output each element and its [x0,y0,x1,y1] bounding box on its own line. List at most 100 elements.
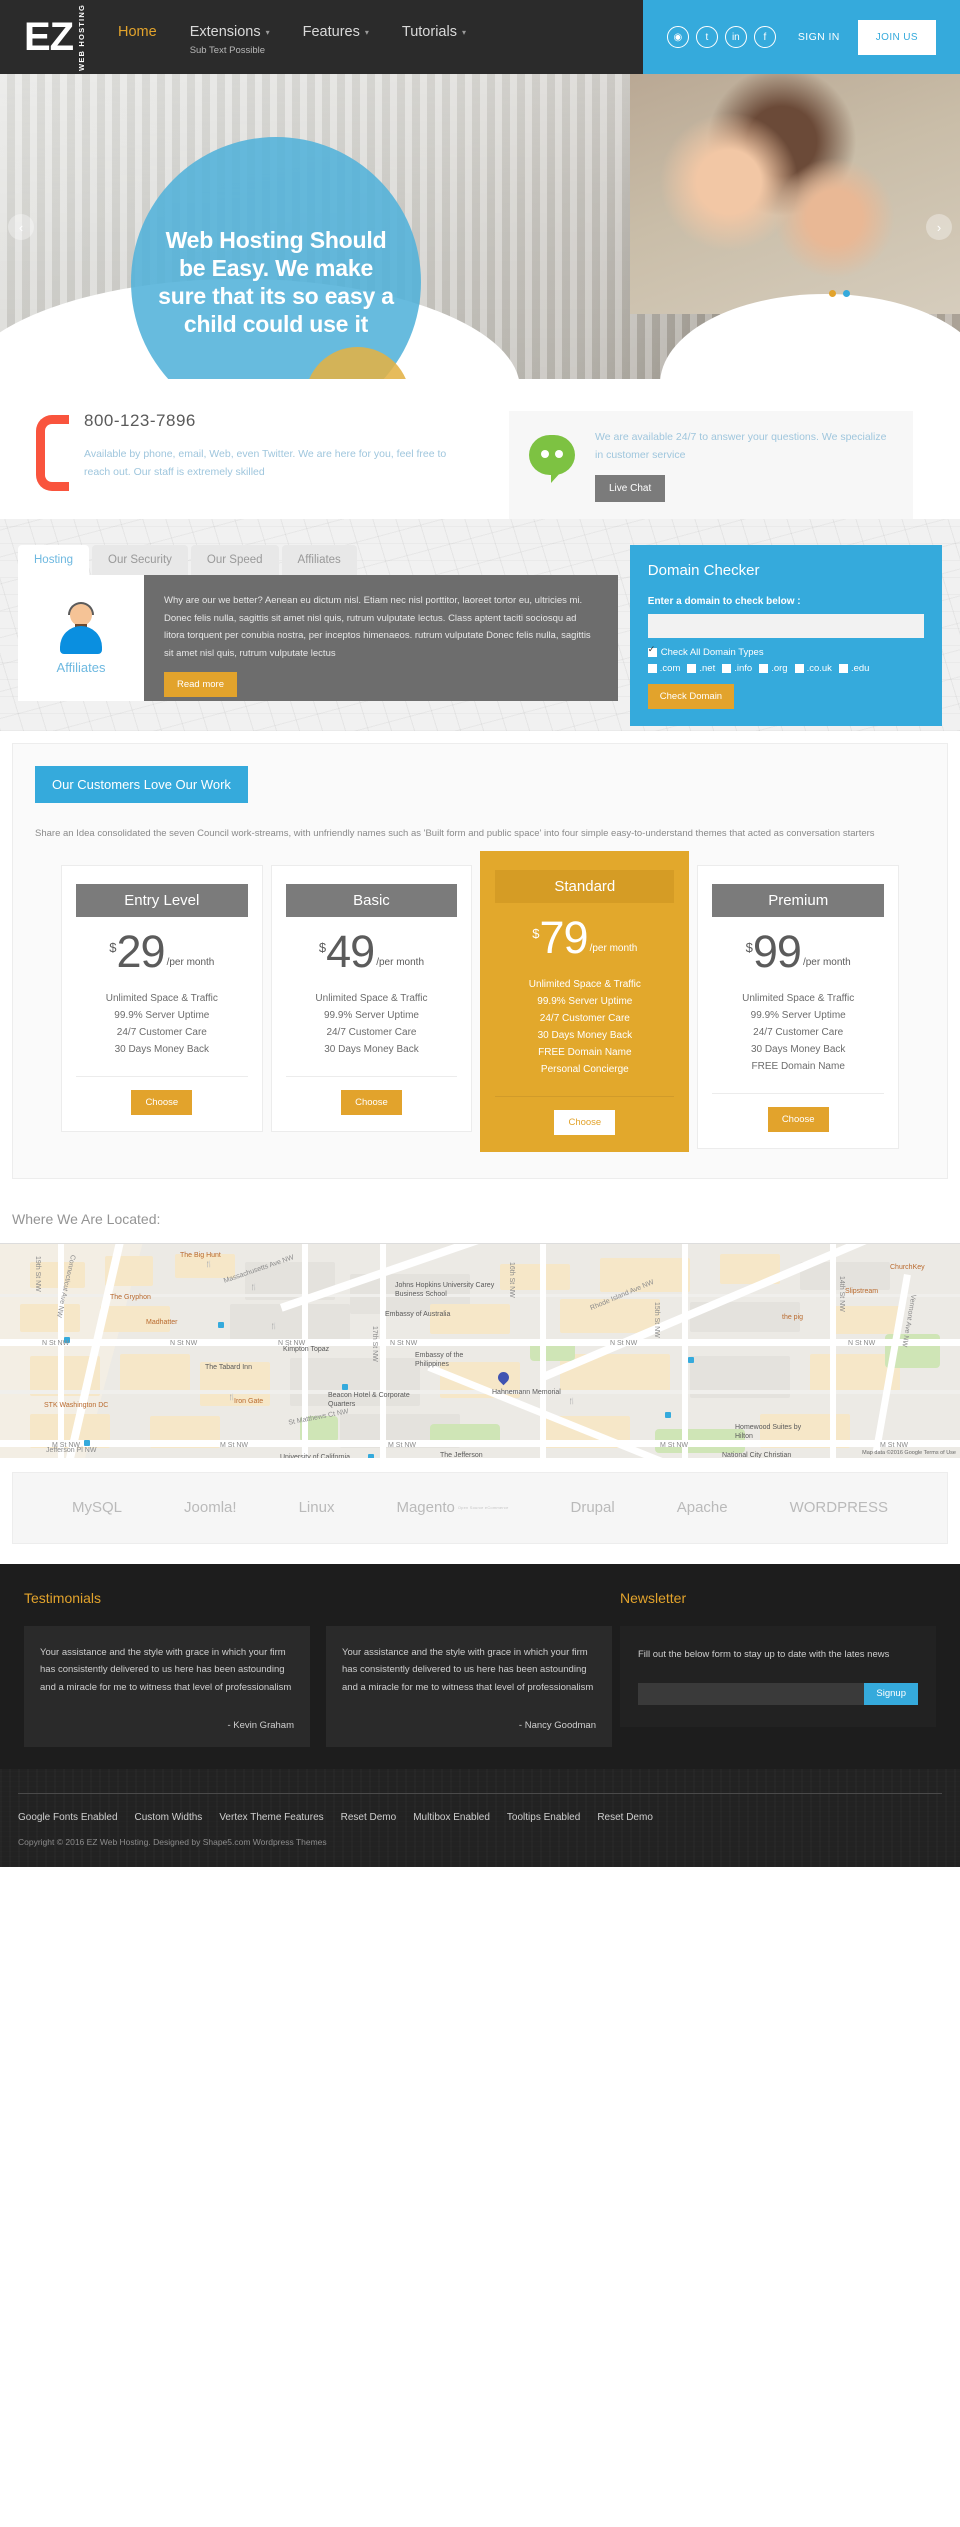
plan-choose-button[interactable]: Choose [554,1109,616,1135]
nav-item-home[interactable]: Home [118,24,157,40]
linkedin-icon[interactable]: in [724,26,747,48]
hero-next-arrow[interactable]: › [926,214,952,240]
bottom-link-reset-demo[interactable]: Reset Demo [341,1812,397,1823]
plan-feature: Unlimited Space & Traffic [742,992,855,1004]
bottom-link-vertex-theme-features[interactable]: Vertex Theme Features [219,1812,323,1823]
plan-period: /per month [376,956,425,968]
bottom-links: Google Fonts Enabled Custom Widths Verte… [0,1812,960,1823]
domain-input[interactable] [647,614,924,638]
joomla-logo: Joomla! [184,1499,237,1516]
tab-paragraph: Why are our we better? Aenean eu dictum … [164,595,591,659]
bottom-link-custom-widths[interactable]: Custom Widths [135,1812,203,1823]
hero-pagination [829,290,850,297]
logo-label: Joomla! [184,1499,237,1517]
plan-feature: 30 Days Money Back [324,1043,419,1055]
nav-item-features[interactable]: Features ▾ [303,24,369,40]
avatar-head [70,603,92,626]
checkbox[interactable] [647,664,657,673]
testimonial-text: Your assistance and the style with grace… [342,1646,594,1693]
check-domain-button[interactable]: Check Domain [647,684,735,709]
check-all-checkbox[interactable] [647,645,657,657]
bottom-link-tooltips-enabled[interactable]: Tooltips Enabled [507,1812,580,1823]
domain-type-edu[interactable]: .edu [838,663,869,674]
tab-text-column: Why are our we better? Aenean eu dictum … [144,575,618,701]
domain-type-info[interactable]: .info [722,663,752,674]
plan-choose-button[interactable]: Choose [767,1106,829,1132]
checkbox[interactable] [687,664,697,673]
hero-photo [630,74,960,314]
checkbox[interactable] [838,664,848,673]
checkbox[interactable] [722,664,732,673]
features-section: Hosting Our Security Our Speed Affiliate… [0,519,960,731]
site-footer: Testimonials Your assistance and the sty… [0,1563,960,1770]
chat-bubble-icon [529,435,575,483]
tab-our-speed[interactable]: Our Speed [190,545,279,575]
map-block [120,1353,190,1394]
facebook-icon[interactable]: f [753,26,776,48]
nav-item-tutorials[interactable]: Tutorials ▾ [402,24,466,40]
logo[interactable]: EZ WEB HOSTING [0,0,118,74]
domain-type-label: .info [734,663,753,674]
tab-hosting[interactable]: Hosting [18,545,89,575]
plan-feature: FREE Domain Name [538,1046,632,1058]
map-road-m-st [0,1439,960,1447]
newsletter-form: Signup [638,1682,918,1705]
map-label: The Gryphon [110,1293,151,1301]
checkbox[interactable] [759,664,769,673]
bottom-link-reset-demo-2[interactable]: Reset Demo [597,1812,653,1823]
map-label: the pig [782,1313,804,1321]
map-road-16th [540,1243,546,1458]
hero-prev-arrow[interactable]: ‹ [8,214,34,240]
plan-feature: 99.9% Server Uptime [323,1009,419,1021]
map-block [20,1303,80,1332]
plan-amount: 29 [116,926,166,978]
tab-affiliates[interactable]: Affiliates [281,545,357,575]
domain-type-com[interactable]: .com [647,663,680,674]
join-us-button[interactable]: JOIN US [857,19,936,55]
plan-feature: 24/7 Customer Care [326,1026,417,1038]
newsletter-email-input[interactable] [638,1682,865,1705]
domain-type-net[interactable]: .net [687,663,715,674]
newsletter-text: Fill out the below form to stay up to da… [638,1648,890,1660]
domain-type-couk[interactable]: .co.uk [794,663,832,674]
hero-dot-2[interactable] [843,290,850,297]
logo-label: Drupal [570,1499,615,1517]
customers-description: Share an Idea consolidated the seven Cou… [35,828,875,839]
checkbox[interactable] [794,664,804,673]
map-street-label: N St NW [848,1339,876,1347]
nav-item-extensions[interactable]: Extensions ▾ Sub Text Possible [190,24,270,56]
logo-label: Apache [676,1499,728,1517]
domain-type-org[interactable]: .org [759,663,788,674]
read-more-button[interactable]: Read more [164,672,237,698]
map-transit-icon [688,1356,694,1363]
nav-subtext: Sub Text Possible [189,45,266,56]
hero-dot-1[interactable] [829,290,836,297]
map-road-14th [830,1243,836,1458]
bottom-link-multibox-enabled[interactable]: Multibox Enabled [413,1812,490,1823]
plan-name: Premium [712,884,885,918]
plan-feature: Unlimited Space & Traffic [105,992,218,1004]
pricing-plan-premium: Premium $ 99 /per month Unlimited Space … [697,865,900,1149]
map-label: Madhatter [146,1318,178,1326]
map-pin-icon [498,1372,509,1387]
bottom-divider [18,1793,942,1795]
newsletter-signup-button[interactable]: Signup [864,1682,918,1705]
plan-features: Unlimited Space & Traffic 99.9% Server U… [712,990,884,1075]
tab-our-security[interactable]: Our Security [92,545,188,575]
sign-in-link[interactable]: SIGN IN [798,31,840,43]
rss-icon[interactable]: ◉ [666,26,689,48]
bottom-bar: Google Fonts Enabled Custom Widths Verte… [0,1769,960,1868]
plan-choose-button[interactable]: Choose [131,1089,193,1115]
plan-footer: Choose [495,1095,675,1151]
pricing-plan-standard: Standard $ 79 /per month Unlimited Space… [480,851,690,1152]
bottom-link-google-fonts[interactable]: Google Fonts Enabled [18,1812,118,1823]
check-all-row[interactable]: Check All Domain Types [647,645,924,658]
live-chat-button[interactable]: Live Chat [595,474,666,502]
plan-choose-button[interactable]: Choose [341,1089,402,1115]
plan-features: Unlimited Space & Traffic 99.9% Server U… [76,990,248,1058]
twitter-icon[interactable]: t [695,26,718,48]
map-street-label: N St NW [42,1339,70,1347]
location-map[interactable]: 🍴 🍴 🍴 🍴 🍴 🍴 The Big Hunt The Gryphon Mad… [0,1242,960,1458]
plan-feature: 99.9% Server Uptime [114,1009,210,1021]
plan-currency: $ [109,940,117,956]
